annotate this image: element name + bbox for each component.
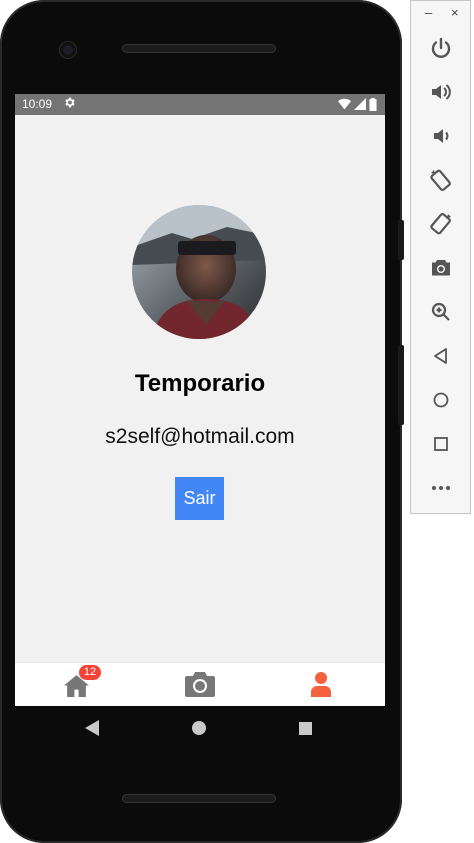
nav-home-icon[interactable] (192, 721, 206, 735)
screenshot-icon[interactable] (429, 256, 453, 280)
status-icons (335, 98, 377, 111)
more-icon[interactable] (429, 476, 453, 500)
app-screen: 10:09 Temporario s2self@hotmail.com Sair… (15, 94, 385, 706)
nav-back-icon[interactable] (85, 720, 99, 736)
tab-camera[interactable] (138, 663, 261, 706)
status-bar: 10:09 (15, 94, 385, 115)
notification-badge: 12 (79, 665, 101, 680)
zoom-icon[interactable] (429, 300, 453, 324)
bottom-tab-bar: 12 (15, 662, 385, 706)
volume-up-icon[interactable] (429, 80, 453, 104)
bottom-speaker (122, 794, 276, 803)
power-icon[interactable] (429, 36, 453, 60)
camera-icon (185, 672, 215, 697)
rotate-right-icon[interactable] (429, 212, 453, 236)
profile-avatar (132, 205, 266, 339)
phone-frame: 10:09 Temporario s2self@hotmail.com Sair… (0, 0, 402, 843)
battery-icon (369, 98, 377, 111)
home-icon[interactable] (429, 388, 453, 412)
tab-home[interactable]: 12 (15, 663, 138, 706)
user-icon (311, 672, 331, 697)
rotate-left-icon[interactable] (429, 168, 453, 192)
phone-side-button (398, 345, 404, 425)
settings-gear-icon (63, 96, 76, 112)
emulator-toolbar: – × (410, 0, 471, 514)
close-button[interactable]: × (451, 5, 459, 20)
back-icon[interactable] (429, 344, 453, 368)
nav-recents-icon[interactable] (299, 722, 312, 735)
minimize-button[interactable]: – (425, 5, 432, 20)
tab-profile[interactable] (261, 663, 384, 706)
top-speaker (122, 44, 276, 53)
wifi-icon (338, 98, 351, 110)
profile-name: Temporario (134, 370, 266, 397)
front-camera (60, 42, 76, 58)
phone-side-button (398, 220, 404, 260)
overview-icon[interactable] (429, 432, 453, 456)
signal-icon (354, 98, 366, 110)
logout-button[interactable]: Sair (175, 477, 224, 520)
volume-down-icon[interactable] (429, 124, 453, 148)
status-time: 10:09 (22, 97, 53, 111)
profile-email: s2self@hotmail.com (105, 425, 295, 448)
